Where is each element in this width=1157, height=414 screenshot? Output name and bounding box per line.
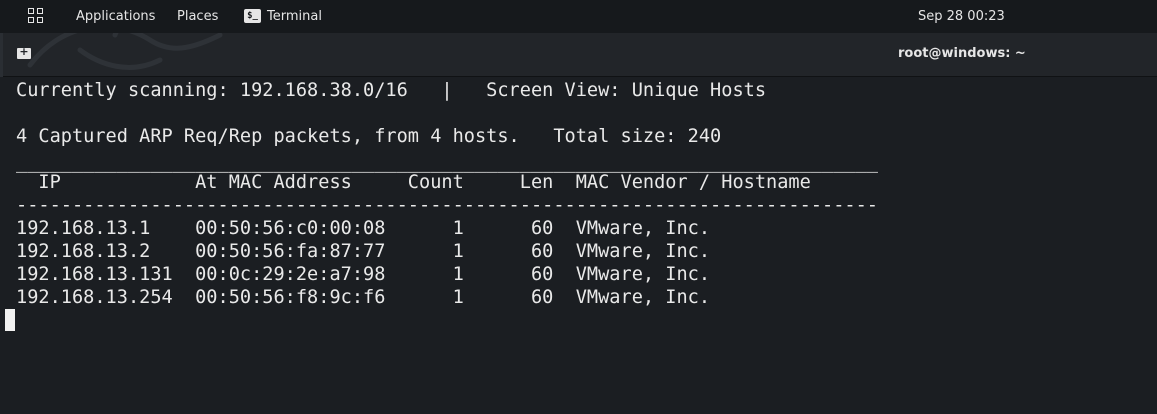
applications-grid-icon[interactable] (28, 8, 44, 24)
new-tab-icon[interactable] (17, 45, 31, 59)
terminal-header-bar: root@windows: ~ (0, 33, 1157, 77)
table-header-rule: ----------------------------------------… (16, 195, 878, 216)
applications-menu[interactable]: Applications (76, 9, 155, 25)
window-title: root@windows: ~ (898, 46, 1026, 61)
terminal-cursor (5, 309, 15, 331)
clock[interactable]: Sep 28 00:23 (918, 9, 1005, 25)
terminal-output[interactable]: Currently scanning: 192.168.38.0/16 | Sc… (0, 77, 1157, 414)
table-row: 192.168.13.1 00:50:56:c0:00:08 1 60 VMwa… (16, 218, 711, 239)
kali-dragon-watermark-icon (27, 33, 223, 70)
table-header: IP At MAC Address Count Len MAC Vendor /… (16, 172, 811, 193)
scan-status-line: Currently scanning: 192.168.38.0/16 | Sc… (16, 80, 767, 101)
table-row: 192.168.13.254 00:50:56:f8:9c:f6 1 60 VM… (16, 287, 711, 308)
table-row: 192.168.13.2 00:50:56:fa:87:77 1 60 VMwa… (16, 241, 711, 262)
terminal-app-menu[interactable]: Terminal (267, 9, 322, 25)
packet-summary-line: 4 Captured ARP Req/Rep packets, from 4 h… (16, 126, 722, 147)
system-top-bar: Applications Places $_ Terminal Sep 28 0… (0, 0, 1157, 33)
table-row: 192.168.13.131 00:0c:29:2e:a7:98 1 60 VM… (16, 264, 711, 285)
places-menu[interactable]: Places (177, 9, 218, 25)
terminal-app-icon[interactable]: $_ (244, 9, 261, 23)
